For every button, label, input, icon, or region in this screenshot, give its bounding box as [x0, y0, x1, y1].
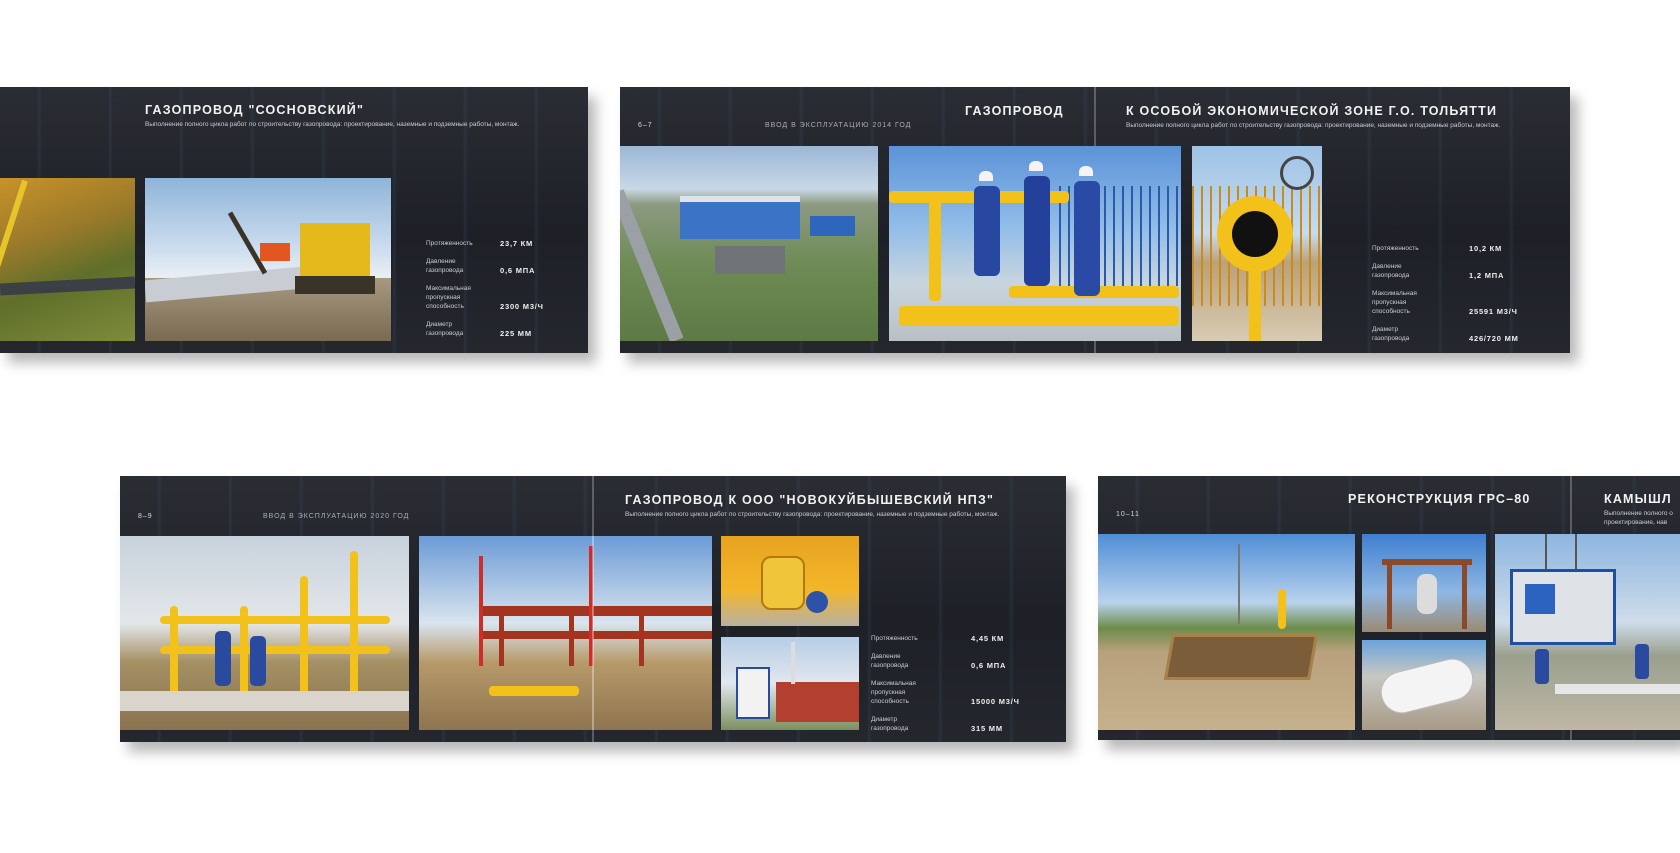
photo-module-lifting	[1495, 534, 1680, 730]
stat-label: Протяженность	[1372, 245, 1419, 252]
stat-value: 25591 М3/Ч	[1469, 307, 1518, 316]
stat-label: Диаметр газопровода	[871, 716, 909, 732]
photo-autumn-pipeline	[0, 178, 135, 341]
photo-aerial-plant	[620, 146, 878, 341]
stat-value: 4,45 КМ	[971, 634, 1005, 643]
stat-label: Протяженность	[871, 635, 918, 642]
stat-value: 0,6 МПА	[500, 266, 536, 275]
spread-tolyatti: 6–7 ВВОД В ЭКСПЛУАТАЦИЮ 2014 ГОД ГАЗОПРО…	[620, 87, 1570, 353]
spread-description-line2: проектирование, нав	[1604, 519, 1668, 526]
spread-title-right: К ОСОБОЙ ЭКОНОМИЧЕСКОЙ ЗОНЕ Г.О. ТОЛЬЯТТ…	[1126, 104, 1498, 118]
stat-value: 426/720 ММ	[1469, 334, 1519, 343]
spread-description: Выполнение полного цикла работ по строит…	[145, 121, 520, 128]
photo-yellow-valve	[1192, 146, 1322, 341]
page-number: 10–11	[1116, 511, 1140, 518]
spread-title: РЕКОНСТРУКЦИЯ ГРС–80	[1348, 492, 1531, 506]
spread-title-next: КАМЫШЛ	[1604, 492, 1672, 506]
stat-label: Давление газопровода	[426, 258, 464, 274]
photo-gas-tank	[1362, 640, 1486, 730]
stat-label: Давление газопровода	[1372, 263, 1410, 279]
photo-workers-yellow-pipes	[889, 146, 1181, 341]
stat-label: Максимальная пропускная способность	[871, 680, 916, 705]
commissioning-year: ВВОД В ЭКСПЛУАТАЦИЮ 2014 ГОД	[765, 122, 912, 129]
stat-label: Диаметр газопровода	[1372, 326, 1410, 342]
page-number: 6–7	[638, 122, 653, 129]
photo-steel-frame	[1362, 534, 1486, 632]
photo-sign-building	[721, 637, 859, 730]
spread-description: Выполнение полного цикла работ по строит…	[625, 511, 1000, 518]
stat-value: 2300 М3/Ч	[500, 302, 544, 311]
spread-title: ГАЗОПРОВОД К ООО "НОВОКУЙБЫШЕВСКИЙ НПЗ"	[625, 493, 995, 507]
spread-description: Выполнение полного о	[1604, 510, 1673, 517]
photo-steel-rack	[419, 536, 712, 730]
spread-description: Выполнение полного цикла работ по строит…	[1126, 122, 1501, 129]
spread-novokuibyshevsk: 8–9 ВВОД В ЭКСПЛУАТАЦИЮ 2020 ГОД ГАЗОПРО…	[120, 476, 1066, 742]
stat-label: Диаметр газопровода	[426, 321, 464, 337]
stat-label: Максимальная пропускная способность	[1372, 290, 1417, 315]
stat-label: Максимальная пропускная способность	[426, 285, 471, 310]
stat-value: 15000 М3/Ч	[971, 697, 1020, 706]
stat-value: 10,2 КМ	[1469, 244, 1503, 253]
photo-indoor-equipment	[721, 536, 859, 626]
stat-value: 315 ММ	[971, 724, 1003, 733]
spread-title-left: ГАЗОПРОВОД	[965, 104, 1064, 118]
spread-sosnovsky: ГАЗОПРОВОД "СОСНОВСКИЙ" Выполнение полно…	[0, 87, 588, 353]
stat-value: 23,7 КМ	[500, 239, 534, 248]
stat-value: 225 ММ	[500, 329, 532, 338]
spread-title: ГАЗОПРОВОД "СОСНОВСКИЙ"	[145, 103, 365, 117]
photo-construction-site	[1098, 534, 1355, 730]
stat-value: 0,6 МПА	[971, 661, 1007, 670]
page-number: 8–9	[138, 513, 153, 520]
stat-label: Давление газопровода	[871, 653, 909, 669]
spread-grs80: 10–11 РЕКОНСТРУКЦИЯ ГРС–80 КАМЫШЛ Выполн…	[1098, 476, 1680, 740]
stat-label: Протяженность	[426, 240, 473, 247]
photo-yellow-station	[120, 536, 409, 730]
photo-pipelayer	[145, 178, 391, 341]
commissioning-year: ВВОД В ЭКСПЛУАТАЦИЮ 2020 ГОД	[263, 513, 410, 520]
stat-value: 1,2 МПА	[1469, 271, 1505, 280]
